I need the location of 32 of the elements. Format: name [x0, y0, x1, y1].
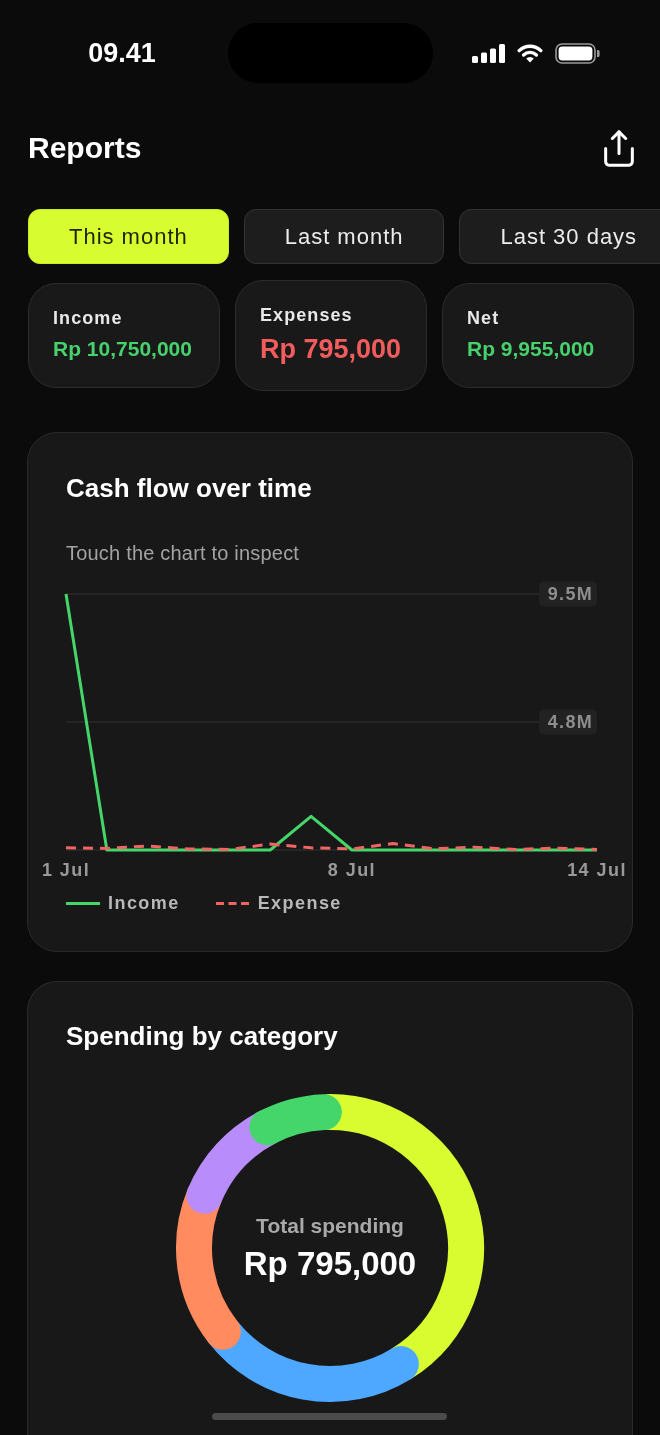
summary-value: Rp 10,750,000: [53, 336, 193, 362]
legend-label: Income: [108, 892, 180, 915]
period-tab[interactable]: Last month: [243, 209, 445, 264]
summary-value: Rp 9,955,000: [467, 336, 596, 362]
y-axis-label: 9.5M: [539, 581, 597, 607]
period-tab[interactable]: Last 30 days: [459, 209, 660, 264]
legend-label: Expense: [257, 892, 342, 915]
chart-hint: Touch the chart to inspect: [66, 541, 301, 566]
y-tick-label: 9.5M: [547, 584, 593, 604]
x-axis-label: 8 Jul: [327, 859, 377, 882]
summary-label: Expenses: [260, 304, 354, 326]
x-axis-label: 14 Jul: [567, 859, 627, 882]
donut-center-label: Total spending: [256, 1212, 404, 1239]
battery-icon: [555, 42, 600, 64]
signal-icon: [472, 43, 505, 63]
card-title: Spending by category: [66, 1020, 339, 1052]
y-tick-label: 4.8M: [547, 712, 593, 732]
summary-value: Rp 795,000: [260, 333, 402, 365]
share-icon: [604, 129, 634, 167]
page-title: Reports: [28, 130, 142, 166]
donut-center-value: Rp 795,000: [243, 1243, 417, 1284]
legend-dashed-line-icon: [215, 901, 250, 905]
legend-line-icon: [66, 901, 100, 905]
card-title: Cash flow over time: [66, 472, 313, 504]
share-button[interactable]: [604, 129, 634, 167]
status-time: 09.41: [88, 37, 156, 69]
summary-label: Net: [467, 307, 501, 329]
wifi-icon: [517, 43, 543, 63]
x-axis-label: 1 Jul: [41, 859, 91, 882]
period-tab[interactable]: This month: [28, 209, 229, 264]
y-axis-label: 4.8M: [539, 709, 597, 735]
summary-label: Income: [53, 307, 124, 329]
